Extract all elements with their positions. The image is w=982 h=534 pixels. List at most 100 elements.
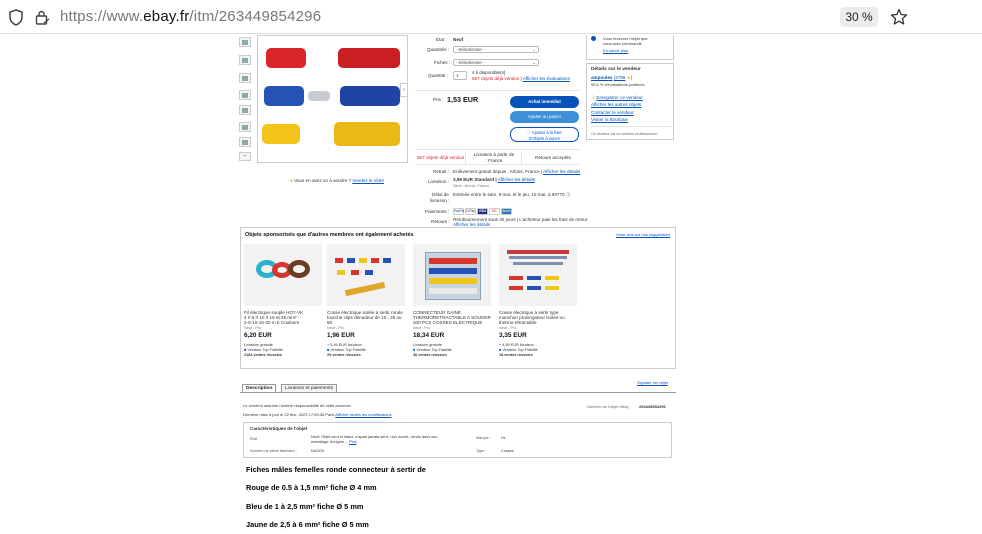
add-to-cart-button[interactable]: Ajouter au panier <box>510 111 579 123</box>
item-specifics-title: Caractéristiques de l'objet <box>250 426 308 431</box>
price-value: 1,53 EUR <box>447 95 479 104</box>
image-thumbnail[interactable] <box>239 105 251 115</box>
delivery-label-2: livraison : <box>430 198 450 203</box>
visit-shop-link[interactable]: Visiter la Boutique <box>591 117 628 123</box>
url-bar[interactable]: https://www.ebay.fr/itm/263449854296 <box>60 8 321 26</box>
card-sold: 29 ventes réussies <box>327 353 361 357</box>
seller-other-items-link[interactable]: Afficher les autres objets <box>591 102 641 108</box>
terminal-red <box>351 270 359 275</box>
watch-line-2: d'Objets à suivre <box>528 135 561 141</box>
amex-icon: Amex <box>501 208 512 215</box>
seller-responsibility: Le vendeur assume l'entière responsabili… <box>243 403 352 408</box>
spec-type-value: Cosses <box>501 449 514 453</box>
sell-yours-text: Vous en avez un à vendre ? <box>294 178 352 183</box>
plug-select[interactable]: - Sélectionner - ⌄ <box>453 59 539 66</box>
terminal-red <box>335 258 343 263</box>
sleeve-red <box>509 276 523 280</box>
card-price: 1,96 EUR <box>327 332 355 339</box>
image-thumbnail[interactable] <box>239 73 251 83</box>
sold-count: 567 objets déjà vendus <box>472 76 520 81</box>
cable-roll-brown <box>288 260 310 278</box>
quantity-label: Quantité : <box>428 73 448 78</box>
highlight-sold: 567 objets déjà vendus <box>417 155 465 160</box>
paypal-icon: PayPal <box>453 208 465 215</box>
shipping-details-link[interactable]: Afficher les détails <box>498 177 535 182</box>
chevron-down-icon: ⌄ <box>532 60 536 65</box>
contact-seller-link[interactable]: Contacter le vendeur <box>591 110 634 116</box>
chevron-down-icon: ⌄ <box>532 47 536 52</box>
main-product-image[interactable] <box>257 35 408 163</box>
pickup-label: Retrait : <box>433 169 450 174</box>
item-location: Situé : Arbois, France <box>453 184 490 188</box>
card-sold: 46 ventes réussies <box>413 353 447 357</box>
heart-icon: ♡ <box>591 95 596 100</box>
zoom-level-button[interactable]: 30 % <box>840 7 878 27</box>
pickup-value: Enlèvement gratuit depuis : Arbois, Fran… <box>453 169 543 174</box>
seller-details-box: Détails sur le vendeur ampoulex (2786 ★)… <box>586 63 674 140</box>
card-price: 3,35 EUR <box>499 332 527 339</box>
plug-label: Fiches : <box>434 60 451 65</box>
image-thumbnail[interactable] <box>239 90 251 100</box>
seller-feedback: 99,6 % d'évaluations positives <box>591 82 645 87</box>
connector-red-male <box>266 48 306 68</box>
divider <box>591 126 671 127</box>
add-to-watchlist-button[interactable]: ♡ Ajouter à la liste d'Objets à suivre <box>510 127 579 142</box>
guarantee-text-2: vous avez commandé. <box>603 41 644 46</box>
terminal-blue <box>347 258 355 263</box>
product-image[interactable] <box>499 244 577 306</box>
product-image[interactable] <box>327 244 405 306</box>
shield-icon[interactable] <box>8 9 24 26</box>
quantity-option-select[interactable]: - Sélectionner - ⌄ <box>453 46 539 53</box>
lock-icon[interactable] <box>34 9 50 25</box>
delivery-estimate: Estimée entre le sam. 9 mar. et le jeu. … <box>453 192 565 197</box>
image-thumbnail[interactable] <box>239 37 251 47</box>
image-thumbnail[interactable] <box>239 55 251 65</box>
image-thumbnail[interactable] <box>239 137 251 147</box>
view-changes-link[interactable]: Afficher toutes les modifications <box>335 412 391 417</box>
seller-name-link[interactable]: ampoulex <box>591 75 612 80</box>
guarantee-learn-more-link[interactable]: En savoir plus <box>603 48 628 54</box>
pro-seller-note: Ce vendeur est un vendeur professionnel. <box>591 132 658 136</box>
quantity-input[interactable]: 1 <box>453 71 467 80</box>
sleeve-blue <box>527 276 541 280</box>
seller-details-title: Détails sur le vendeur <box>591 67 641 72</box>
spec-part-value: NoGO0 <box>311 449 324 453</box>
spec-type-label: Type : <box>476 449 487 453</box>
quantity-option-label: Quantités : <box>427 47 450 52</box>
condition-label: État : <box>436 37 447 42</box>
star-icon[interactable] <box>890 8 908 26</box>
card-title-line[interactable]: fourche clips dénudeur de 10 , 25 ou <box>327 315 402 321</box>
sleeve-red <box>509 286 523 290</box>
image-thumbnail[interactable] <box>239 122 251 132</box>
payments-label: Paiements : <box>425 209 450 214</box>
terminal-yellow <box>337 270 345 275</box>
buy-now-button[interactable]: Achat immédiat <box>510 96 579 108</box>
ad-banner-line <box>507 250 569 254</box>
info-icon[interactable]: ⓘ <box>566 192 571 197</box>
product-image[interactable] <box>244 244 322 306</box>
save-seller-link[interactable]: Enregistrer ce vendeur <box>596 95 642 100</box>
view-reviews-link[interactable]: Afficher les évaluations <box>523 76 570 81</box>
thumbnails-more-button[interactable]: – <box>239 152 251 161</box>
suggestions-feedback-link[interactable]: Votre avis sur nos suggestions <box>616 232 670 238</box>
pickup-details-link[interactable]: Afficher les détails <box>543 169 580 174</box>
seller-score[interactable]: (2786 <box>614 75 626 80</box>
product-image[interactable] <box>413 244 491 306</box>
spec-brand-label: Marque : <box>476 436 491 440</box>
report-item-link[interactable]: Signaler cet objet <box>637 380 668 386</box>
description-line: Bleu de 1 à 2,5 mm² fiche Ø 5 mm <box>246 502 364 511</box>
mastercard-icon: MC <box>489 208 500 215</box>
page-viewport: – › ● Vous en avez un à vendre ? Vendez … <box>0 35 982 534</box>
connector-yellow-female <box>334 122 400 146</box>
terminal-blue <box>365 270 373 275</box>
spec-state-more-link[interactable]: Plus <box>349 440 356 444</box>
sponsored-title: Objets sponsorisés que d'autres membres … <box>245 232 414 238</box>
card-price: 18,34 EUR <box>413 332 445 339</box>
highlight-returns: Retours acceptés <box>535 155 571 160</box>
next-image-arrow[interactable]: › <box>400 83 408 97</box>
shipping-value: 3,99 EUR Standard | <box>453 177 497 182</box>
highlight-shipping-from: Livraison à partir de : France <box>473 152 515 163</box>
terminal-yellow <box>359 258 367 263</box>
sell-yours-link[interactable]: Vendez le vôtre <box>352 178 384 183</box>
condition-value: Neuf <box>453 37 464 42</box>
